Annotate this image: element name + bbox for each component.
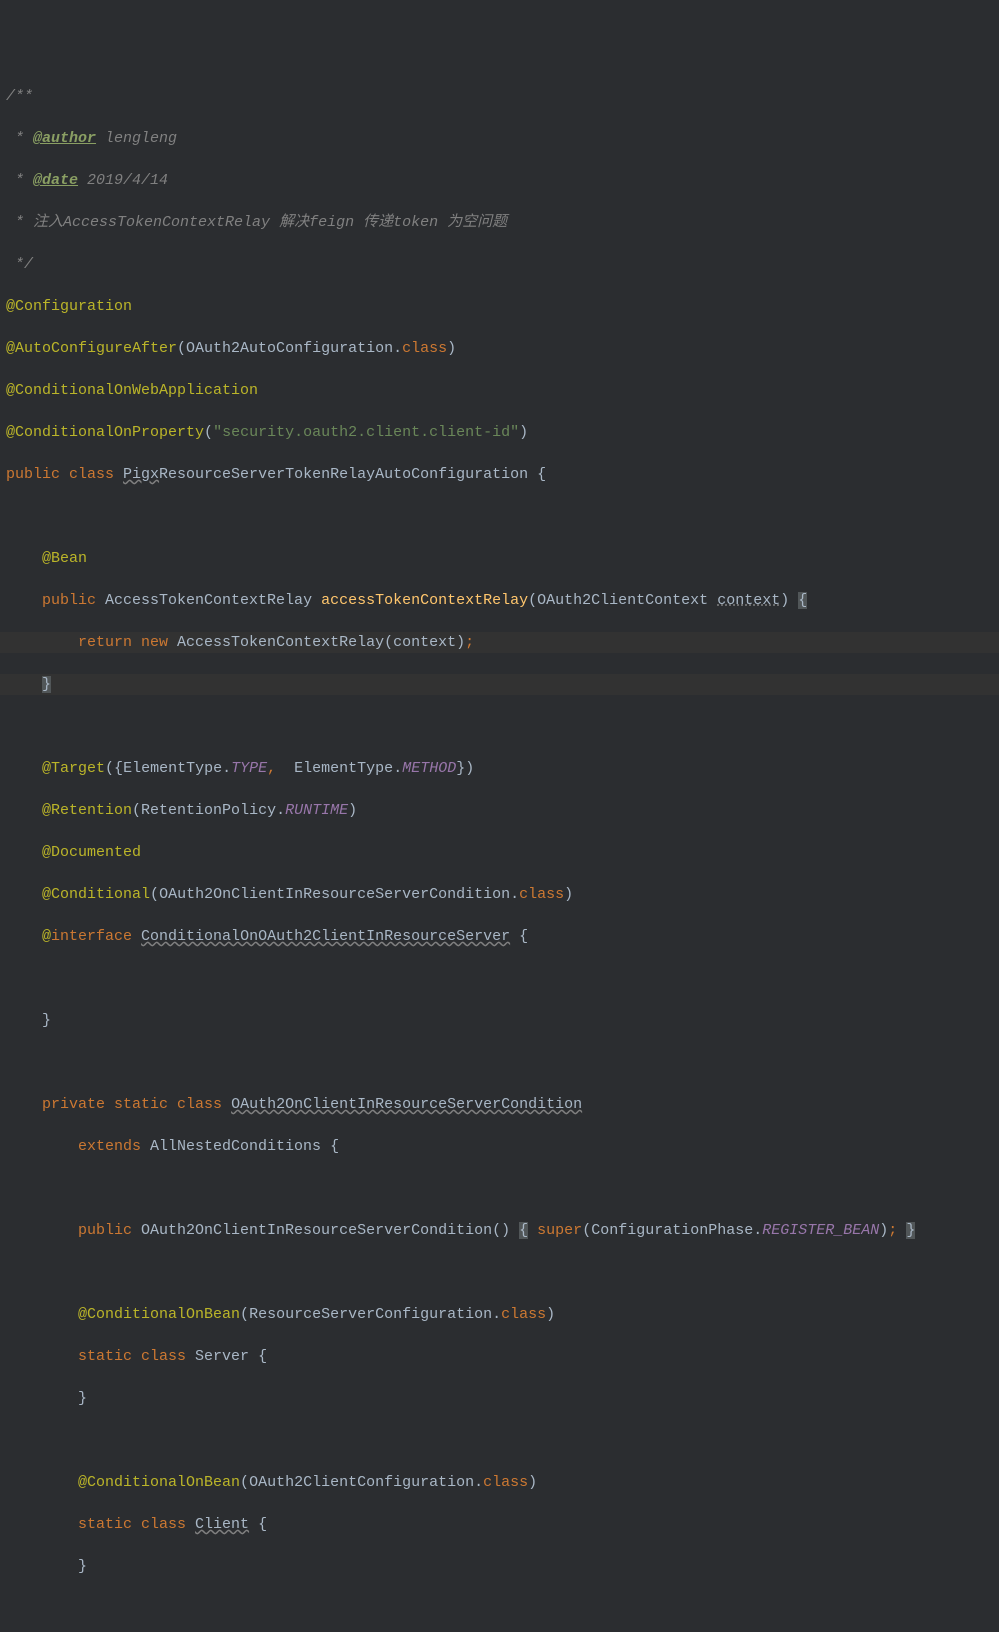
annotation: @ConditionalOnWebApplication <box>6 382 258 399</box>
string-literal: "security.oauth2.client.client-id" <box>213 424 519 441</box>
class-decl: OAuth2OnClientInResourceServerCondition <box>231 1096 582 1113</box>
code-line: @ConditionalOnBean(ResourceServerConfigu… <box>0 1304 999 1325</box>
code-line <box>0 716 999 737</box>
code-line: * @author lengleng <box>0 128 999 149</box>
annotation: @ConditionalOnProperty <box>6 424 204 441</box>
code-line <box>0 1598 999 1619</box>
code-line: return new AccessTokenContextRelay(conte… <box>0 632 999 653</box>
code-line: @Configuration <box>0 296 999 317</box>
annotation: @ConditionalOnBean <box>78 1474 240 1491</box>
annotation: @AutoConfigureAfter <box>6 340 177 357</box>
code-line: @Bean <box>0 548 999 569</box>
code-line <box>0 1052 999 1073</box>
class-decl: Pigx <box>123 466 159 483</box>
code-line: @ConditionalOnBean(OAuth2ClientConfigura… <box>0 1472 999 1493</box>
code-line <box>0 1262 999 1283</box>
code-line: @interface ConditionalOnOAuth2ClientInRe… <box>0 926 999 947</box>
code-line: } <box>0 674 999 695</box>
code-line <box>0 968 999 989</box>
code-line: @AutoConfigureAfter(OAuth2AutoConfigurat… <box>0 338 999 359</box>
code-line: } <box>0 1010 999 1031</box>
code-line: /** <box>0 86 999 107</box>
code-line: * 注入AccessTokenContextRelay 解决feign 传递to… <box>0 212 999 233</box>
code-line: @ConditionalOnProperty("security.oauth2.… <box>0 422 999 443</box>
code-line: @ConditionalOnWebApplication <box>0 380 999 401</box>
annotation: @Conditional <box>42 886 150 903</box>
code-line: @Conditional(OAuth2OnClientInResourceSer… <box>0 884 999 905</box>
code-line <box>0 506 999 527</box>
method-decl: accessTokenContextRelay <box>321 592 528 609</box>
code-line <box>0 1430 999 1451</box>
code-line: static class Client { <box>0 1514 999 1535</box>
code-line: public OAuth2OnClientInResourceServerCon… <box>0 1220 999 1241</box>
code-editor[interactable]: /** * @author lengleng * @date 2019/4/14… <box>0 65 999 1632</box>
code-line: extends AllNestedConditions { <box>0 1136 999 1157</box>
annotation: @Target <box>42 760 105 777</box>
code-line: } <box>0 1556 999 1577</box>
annotation: @Retention <box>42 802 132 819</box>
code-line: static class Server { <box>0 1346 999 1367</box>
code-line: @Target({ElementType.TYPE, ElementType.M… <box>0 758 999 779</box>
code-line: @Documented <box>0 842 999 863</box>
parameter: context <box>717 592 780 609</box>
code-line: @Retention(RetentionPolicy.RUNTIME) <box>0 800 999 821</box>
code-line: } <box>0 1388 999 1409</box>
javadoc-author-tag: @author <box>33 130 96 147</box>
code-line <box>0 1178 999 1199</box>
interface-decl: ConditionalOnOAuth2ClientInResourceServe… <box>141 928 510 945</box>
annotation: @ConditionalOnBean <box>78 1306 240 1323</box>
code-line: * @date 2019/4/14 <box>0 170 999 191</box>
javadoc-open: /** <box>6 88 33 105</box>
annotation: @Documented <box>42 844 141 861</box>
code-line: public AccessTokenContextRelay accessTok… <box>0 590 999 611</box>
javadoc-date-tag: @date <box>33 172 78 189</box>
annotation: @Configuration <box>6 298 132 315</box>
code-line: private static class OAuth2OnClientInRes… <box>0 1094 999 1115</box>
code-line: */ <box>0 254 999 275</box>
annotation: @Bean <box>42 550 87 567</box>
code-line: public class PigxResourceServerTokenRela… <box>0 464 999 485</box>
